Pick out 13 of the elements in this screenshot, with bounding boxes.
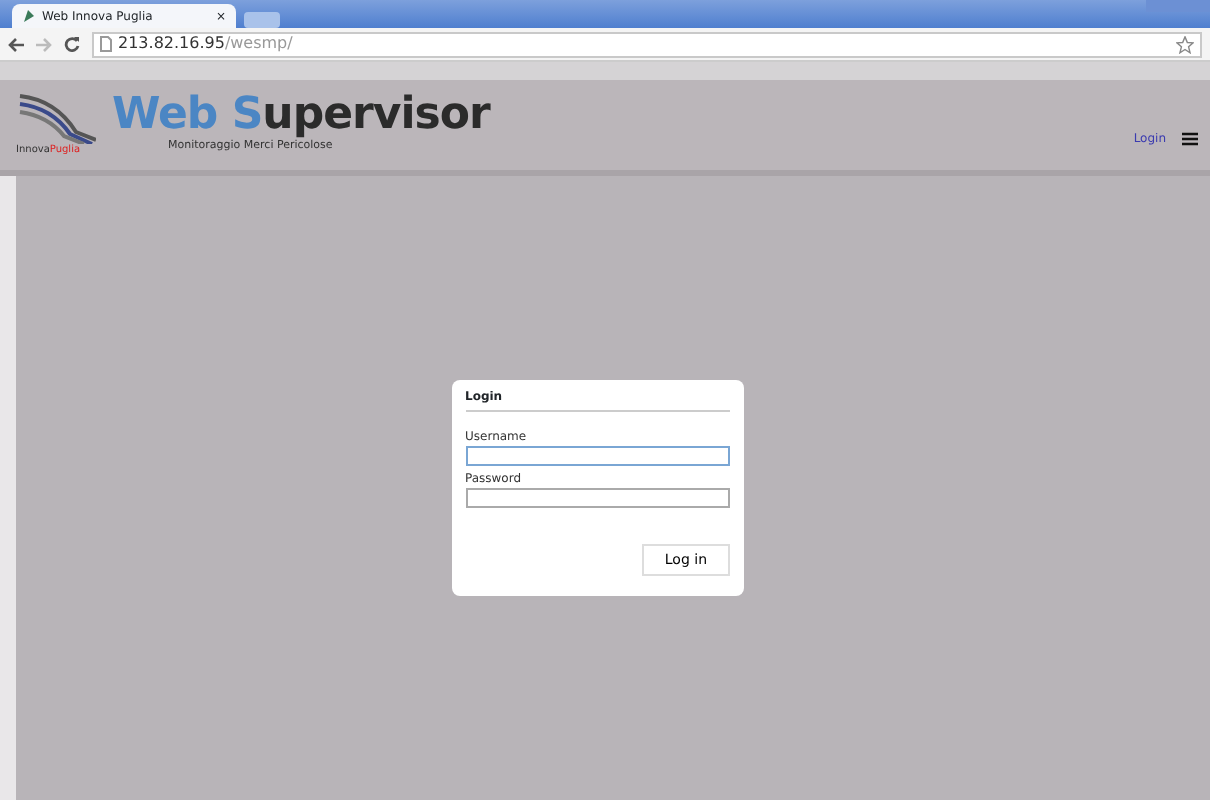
- url-text: 213.82.16.95/wesmp/: [118, 32, 293, 56]
- reload-icon[interactable]: [64, 36, 80, 52]
- app-title: Web Supervisor: [112, 94, 490, 139]
- username-field[interactable]: [465, 446, 729, 466]
- menu-icon[interactable]: [1182, 132, 1198, 146]
- back-icon[interactable]: [8, 37, 24, 51]
- page-favicon-icon: [22, 8, 36, 24]
- password-field[interactable]: [465, 488, 729, 508]
- star-icon[interactable]: [1176, 35, 1194, 53]
- stripes-logo-icon: [16, 91, 96, 144]
- window-controls: [1146, 0, 1210, 12]
- page-icon: [100, 36, 112, 52]
- address-bar[interactable]: 213.82.16.95/wesmp/: [92, 31, 1202, 57]
